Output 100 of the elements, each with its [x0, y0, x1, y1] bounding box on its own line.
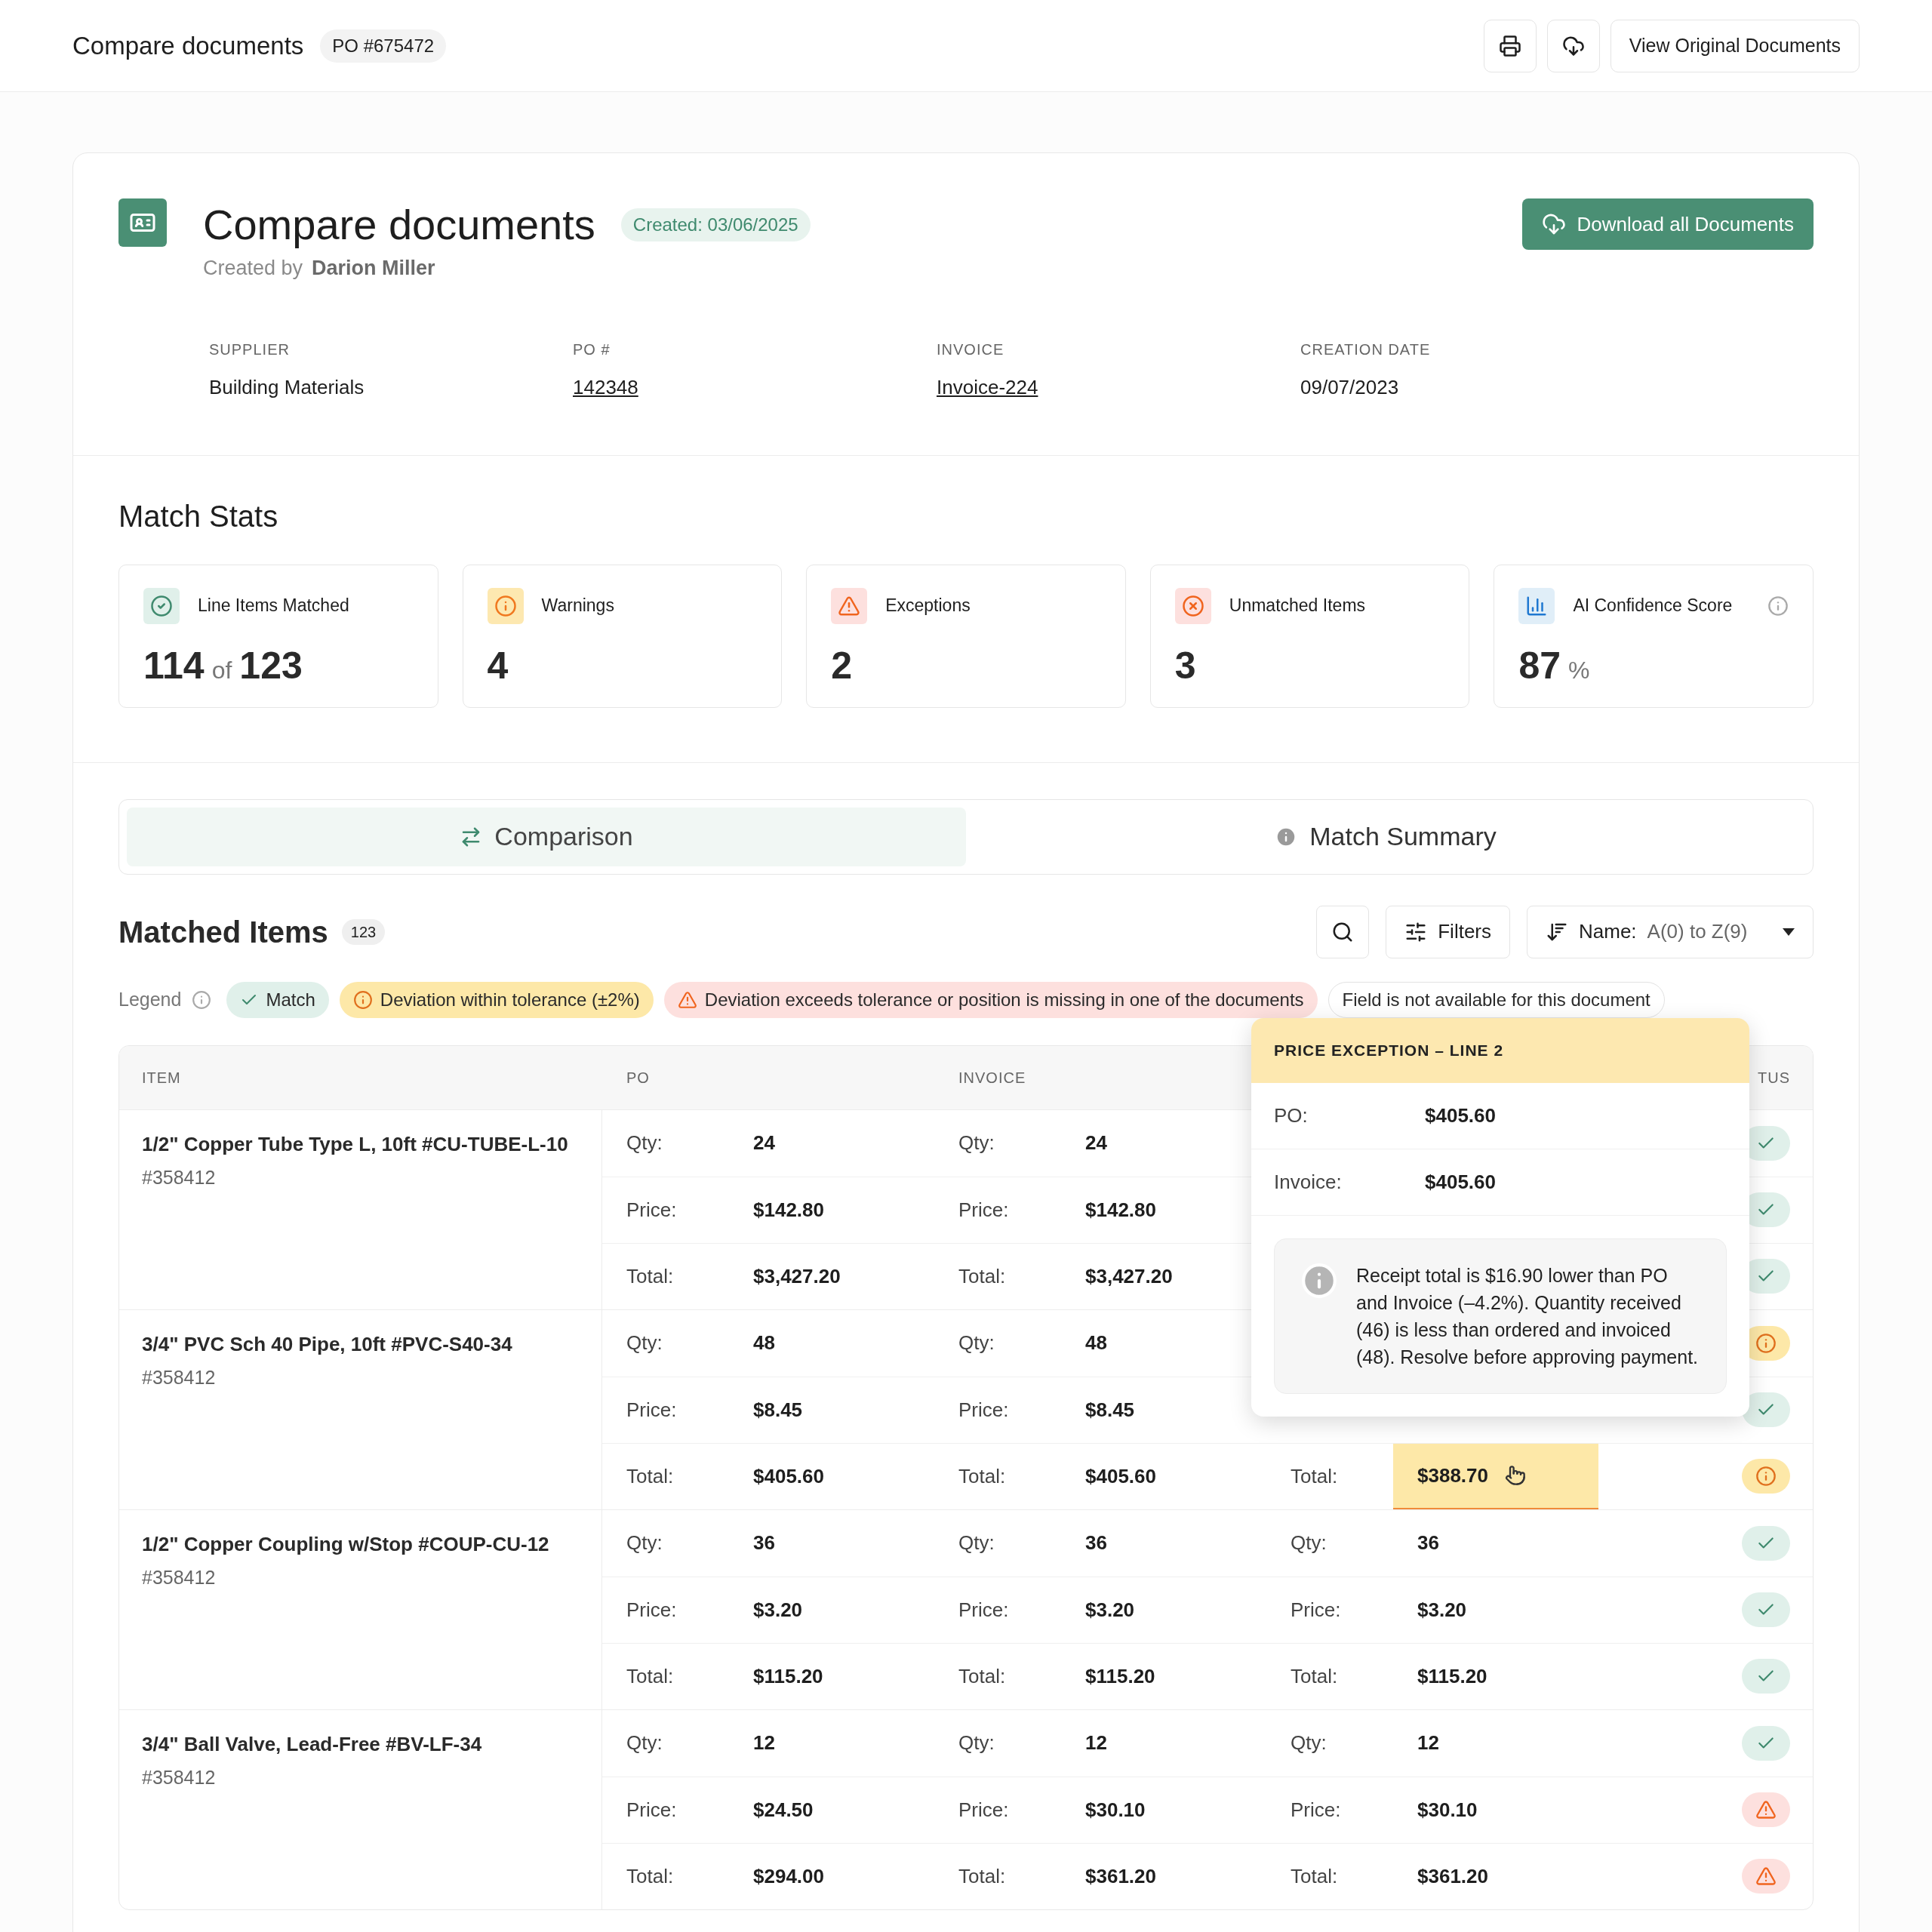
print-button[interactable] — [1483, 19, 1537, 72]
field-label: Total: — [1290, 1863, 1339, 1889]
stat-value: 114 — [143, 643, 205, 688]
table-cell-text: 36 — [753, 1531, 776, 1555]
field-label: Total: — [626, 1463, 675, 1489]
table-cell-text: $8.45 — [1085, 1397, 1136, 1423]
field-label: Total: — [958, 1263, 1007, 1289]
field-label: Total: — [958, 1463, 1007, 1489]
item-name: 1/2" Copper Tube Type L, 10ft #CU-TUBE-L-10 — [142, 1131, 569, 1157]
legend-chip: Field is not available for this document — [1327, 981, 1665, 1018]
field-label: Price: — [1290, 1597, 1342, 1623]
stat-value: 2 — [831, 643, 852, 688]
tab[interactable]: Comparison — [127, 807, 966, 866]
stat-label: Warnings — [541, 595, 614, 617]
table-cell-text: 48 — [1085, 1331, 1108, 1355]
sort-value: A(0) to Z(9) — [1647, 919, 1748, 944]
field-label: Price: — [958, 1197, 1010, 1223]
print-icon — [1498, 34, 1521, 57]
table-cell-text: 36 — [1417, 1531, 1440, 1555]
stat-label: Line Items Matched — [198, 595, 349, 617]
item-sku: #358412 — [142, 1565, 217, 1589]
table-cell-text: $3,427.20 — [753, 1263, 841, 1289]
table-cell-text: $361.20 — [1417, 1863, 1489, 1889]
field-label: Qty: — [626, 1131, 663, 1155]
item-name: 3/4" Ball Valve, Lead-Free #BV-LF-34 — [142, 1731, 483, 1757]
item-sku: #358412 — [142, 1165, 217, 1189]
table-cell-text: $361.20 — [1085, 1863, 1157, 1889]
table-cell-text: $294.00 — [753, 1863, 825, 1889]
stat-unit: % — [1568, 655, 1590, 685]
stat-value: 3 — [1174, 643, 1196, 688]
field-value: $405.60 — [1425, 1103, 1497, 1128]
field-label: Qty: — [958, 1131, 995, 1155]
item-sku: #358412 — [142, 1765, 217, 1789]
table-cell-text: $3,427.20 — [1085, 1263, 1174, 1289]
table-cell-text: 12 — [1085, 1730, 1108, 1755]
field-label: Price: — [958, 1597, 1010, 1623]
stat-value: 87 — [1518, 643, 1561, 688]
column-header: ITEM — [141, 1068, 182, 1088]
search-button[interactable] — [1316, 905, 1370, 958]
table-cell-text: $3.20 — [753, 1597, 804, 1623]
detail-link[interactable]: 142348 — [573, 372, 638, 402]
info-icon — [192, 989, 212, 1010]
column-header: PO — [626, 1068, 651, 1088]
field-label: Qty: — [958, 1531, 995, 1555]
field-label: Total: — [1290, 1663, 1339, 1689]
field-label: Qty: — [1290, 1531, 1327, 1555]
table-cell-text: $405.60 — [753, 1463, 825, 1489]
download-all-button[interactable]: Download all Documents — [1522, 198, 1814, 250]
field-label: PO: — [1274, 1103, 1309, 1128]
table-cell-text: $405.60 — [1085, 1463, 1157, 1489]
table-cell-text: 24 — [753, 1131, 776, 1155]
table-cell-text: $24.50 — [753, 1797, 814, 1823]
table-cell-text: $8.45 — [753, 1397, 804, 1423]
created-badge: Created: 03/06/2025 — [620, 208, 811, 242]
field-label: Qty: — [626, 1531, 663, 1555]
section-title: Match Stats — [118, 498, 279, 534]
sort-dropdown[interactable]: Name: A(0) to Z(9) — [1527, 905, 1814, 958]
field-label: Price: — [626, 1597, 678, 1623]
highlighted-cell[interactable]: $388.70 — [1393, 1443, 1598, 1509]
item-name: 3/4" PVC Sch 40 Pipe, 10ft #PVC-S40-34 — [142, 1331, 513, 1357]
page-title: Compare documents — [72, 30, 304, 61]
table-cell-text: $115.20 — [1417, 1663, 1488, 1689]
table-cell-text: $30.10 — [1085, 1797, 1146, 1823]
table-cell-text: $115.20 — [753, 1663, 824, 1689]
detail-link[interactable]: Invoice-224 — [937, 372, 1038, 402]
field-label: Price: — [626, 1797, 678, 1823]
table-cell-text: $3.20 — [1417, 1597, 1468, 1623]
stat-value: 4 — [487, 643, 509, 688]
cloud-download-icon — [1542, 212, 1567, 236]
field-label: Price: — [626, 1197, 678, 1223]
cloud-download-button[interactable] — [1546, 19, 1600, 72]
column-header: TUS — [1758, 1068, 1791, 1088]
field-label: Qty: — [958, 1331, 995, 1355]
item-name: 1/2" Copper Coupling w/Stop #COUP-CU-12 — [142, 1531, 550, 1557]
stat-label: Exceptions — [885, 595, 971, 617]
table-cell-text: $30.10 — [1417, 1797, 1478, 1823]
field-label: Total: — [626, 1263, 675, 1289]
info-icon — [1300, 1261, 1338, 1300]
stat-label: AI Confidence Score — [1573, 595, 1733, 617]
stat-total: 123 — [239, 643, 303, 688]
field-label: Price: — [626, 1397, 678, 1423]
field-label: Price: — [958, 1797, 1010, 1823]
table-cell-text: $142.80 — [753, 1197, 825, 1223]
hand-cursor-icon — [1505, 1465, 1526, 1486]
field-label: Qty: — [1290, 1730, 1327, 1755]
view-documents-button[interactable]: View Original Documents — [1610, 19, 1860, 72]
stat-label: Unmatched Items — [1229, 595, 1366, 617]
section-title: Matched Items — [118, 914, 328, 950]
field-label: Price: — [958, 1397, 1010, 1423]
table-cell-text: 12 — [1417, 1730, 1440, 1755]
table-cell-text: $142.80 — [1085, 1197, 1157, 1223]
field-label: Invoice: — [1274, 1169, 1343, 1195]
sort-label: Name: — [1579, 919, 1637, 944]
field-label: Total: — [1290, 1463, 1339, 1489]
field-value: $405.60 — [1425, 1169, 1497, 1195]
table-cell-text: $115.20 — [1085, 1663, 1156, 1689]
stat-of: of — [211, 655, 232, 685]
table-cell-text: $3.20 — [1085, 1597, 1136, 1623]
filters-button[interactable]: Filters — [1386, 905, 1510, 958]
detail-value: Building Materials — [209, 374, 365, 400]
